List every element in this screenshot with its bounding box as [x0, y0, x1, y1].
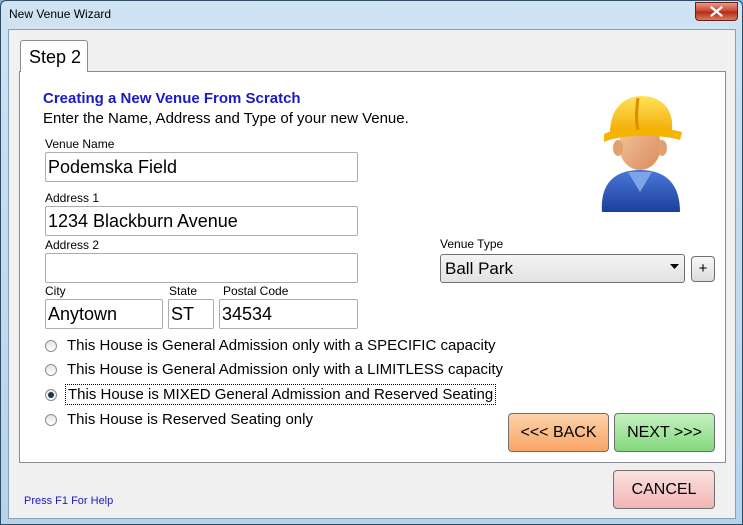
- window-title: New Venue Wizard: [9, 7, 112, 21]
- address1-label: Address 1: [45, 191, 100, 205]
- construction-worker-icon: [601, 96, 682, 212]
- radio-button[interactable]: [45, 340, 57, 352]
- tab-label: Step 2: [29, 47, 82, 67]
- page-subheading: Enter the Name, Address and Type of your…: [43, 110, 409, 127]
- state-input[interactable]: ST: [168, 299, 214, 329]
- venue-type-value: Ball Park: [445, 259, 514, 278]
- add-venue-type-button[interactable]: +: [691, 256, 715, 282]
- radio-label: This House is General Admission only wit…: [67, 361, 504, 378]
- cancel-button[interactable]: CANCEL: [613, 470, 715, 509]
- radio-button[interactable]: [45, 364, 57, 376]
- radio-label: This House is General Admission only wit…: [67, 337, 496, 354]
- page-heading: Creating a New Venue From Scratch: [43, 90, 301, 107]
- close-button[interactable]: [695, 2, 738, 21]
- city-input[interactable]: Anytown: [45, 299, 163, 329]
- venue-type-label: Venue Type: [440, 237, 504, 251]
- chevron-down-icon: [670, 264, 679, 269]
- close-icon: [710, 6, 723, 17]
- city-label: City: [45, 284, 66, 298]
- address2-label: Address 2: [45, 238, 100, 252]
- state-label: State: [169, 284, 198, 298]
- venue-name-label: Venue Name: [45, 137, 115, 151]
- title-bar[interactable]: New Venue Wizard: [1, 1, 742, 29]
- radio-button[interactable]: [45, 414, 57, 426]
- tab-step-2[interactable]: Step 2: [20, 40, 88, 72]
- help-hint: Press F1 For Help: [24, 495, 114, 507]
- radio-label: This House is Reserved Seating only: [67, 411, 313, 428]
- address1-input[interactable]: 1234 Blackburn Avenue: [45, 206, 358, 236]
- address2-input[interactable]: [45, 253, 358, 283]
- venue-name-input[interactable]: Podemska Field: [45, 152, 358, 182]
- back-button[interactable]: <<< BACK: [508, 413, 609, 452]
- postal-code-label: Postal Code: [223, 284, 289, 298]
- postal-code-input[interactable]: 34534: [219, 299, 358, 329]
- venue-type-select[interactable]: Ball Park: [440, 254, 685, 283]
- radio-button-selected[interactable]: [45, 389, 57, 401]
- radio-label: This House is MIXED General Admission an…: [65, 384, 497, 405]
- next-button[interactable]: NEXT >>>: [614, 413, 715, 452]
